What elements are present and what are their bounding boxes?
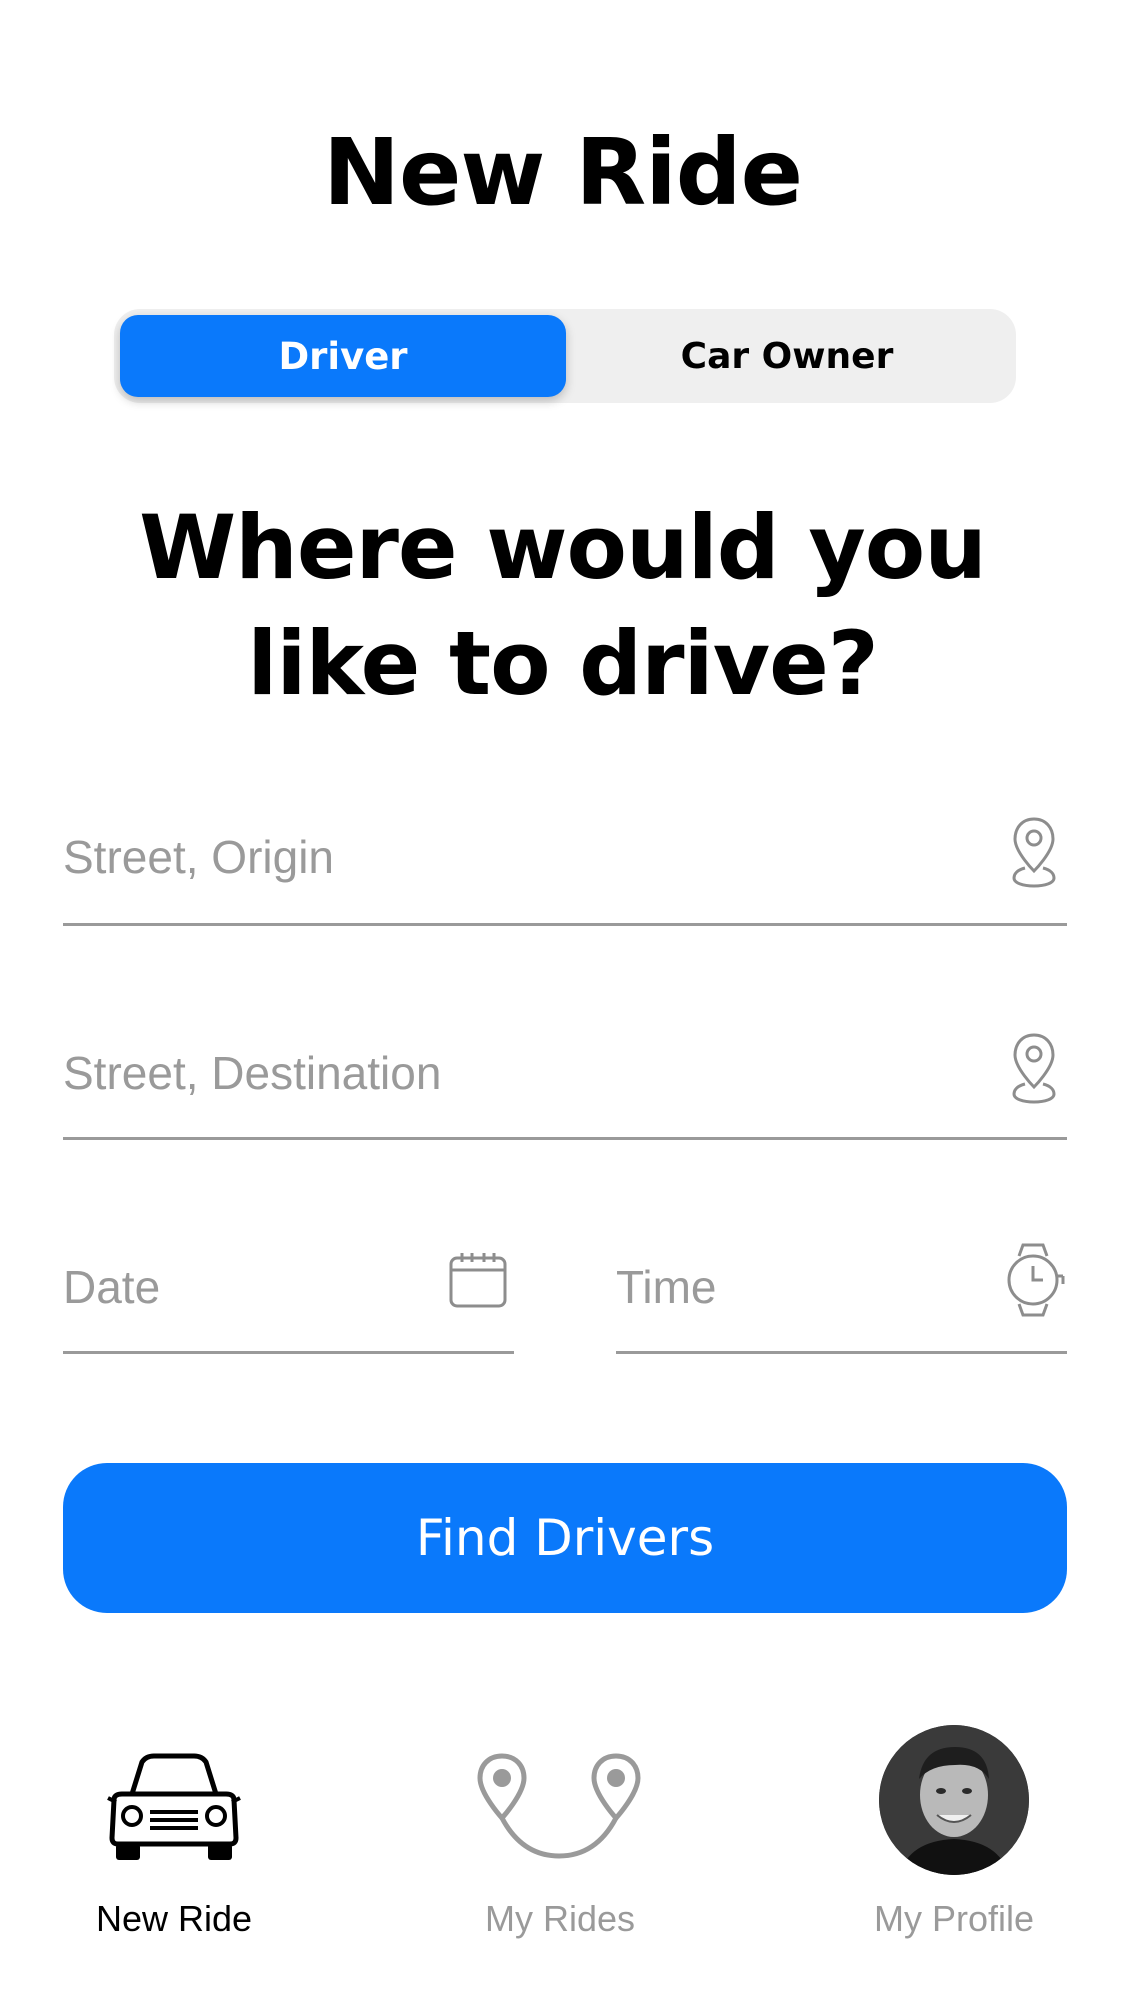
- prompt-line-2: like to drive?: [247, 612, 879, 715]
- prompt-line-1: Where would you: [139, 496, 987, 599]
- time-field[interactable]: Time: [616, 1238, 1067, 1354]
- destination-field[interactable]: Street, Destination: [63, 1020, 1067, 1140]
- mode-toggle: Driver Car Owner: [114, 309, 1016, 403]
- time-placeholder: Time: [616, 1261, 717, 1313]
- location-pin-icon: [1011, 816, 1057, 893]
- avatar[interactable]: [879, 1725, 1029, 1875]
- origin-placeholder: Street, Origin: [63, 831, 334, 883]
- destination-placeholder: Street, Destination: [63, 1047, 442, 1099]
- page-title: New Ride: [322, 119, 803, 226]
- tab-my-profile-label: My Profile: [873, 1898, 1035, 1939]
- tab-new-ride-label: New Ride: [95, 1898, 253, 1939]
- origin-field[interactable]: Street, Origin: [63, 808, 1067, 926]
- prompt-heading: Where would you like to drive?: [0, 490, 1125, 722]
- date-placeholder: Date: [63, 1261, 161, 1313]
- find-drivers-button[interactable]: Find Drivers: [63, 1463, 1067, 1613]
- tab-my-rides-label: My Rides: [484, 1898, 636, 1939]
- route-pins-icon: [472, 1752, 648, 1869]
- tab-driver[interactable]: Driver: [120, 315, 566, 397]
- profile-photo: [879, 1725, 1029, 1875]
- location-pin-icon: [1011, 1032, 1057, 1109]
- calendar-icon: [448, 1250, 508, 1315]
- watch-icon: [1003, 1242, 1065, 1323]
- date-field[interactable]: Date: [63, 1238, 514, 1354]
- tab-car-owner[interactable]: Car Owner: [564, 315, 1010, 397]
- car-icon: [102, 1750, 246, 1867]
